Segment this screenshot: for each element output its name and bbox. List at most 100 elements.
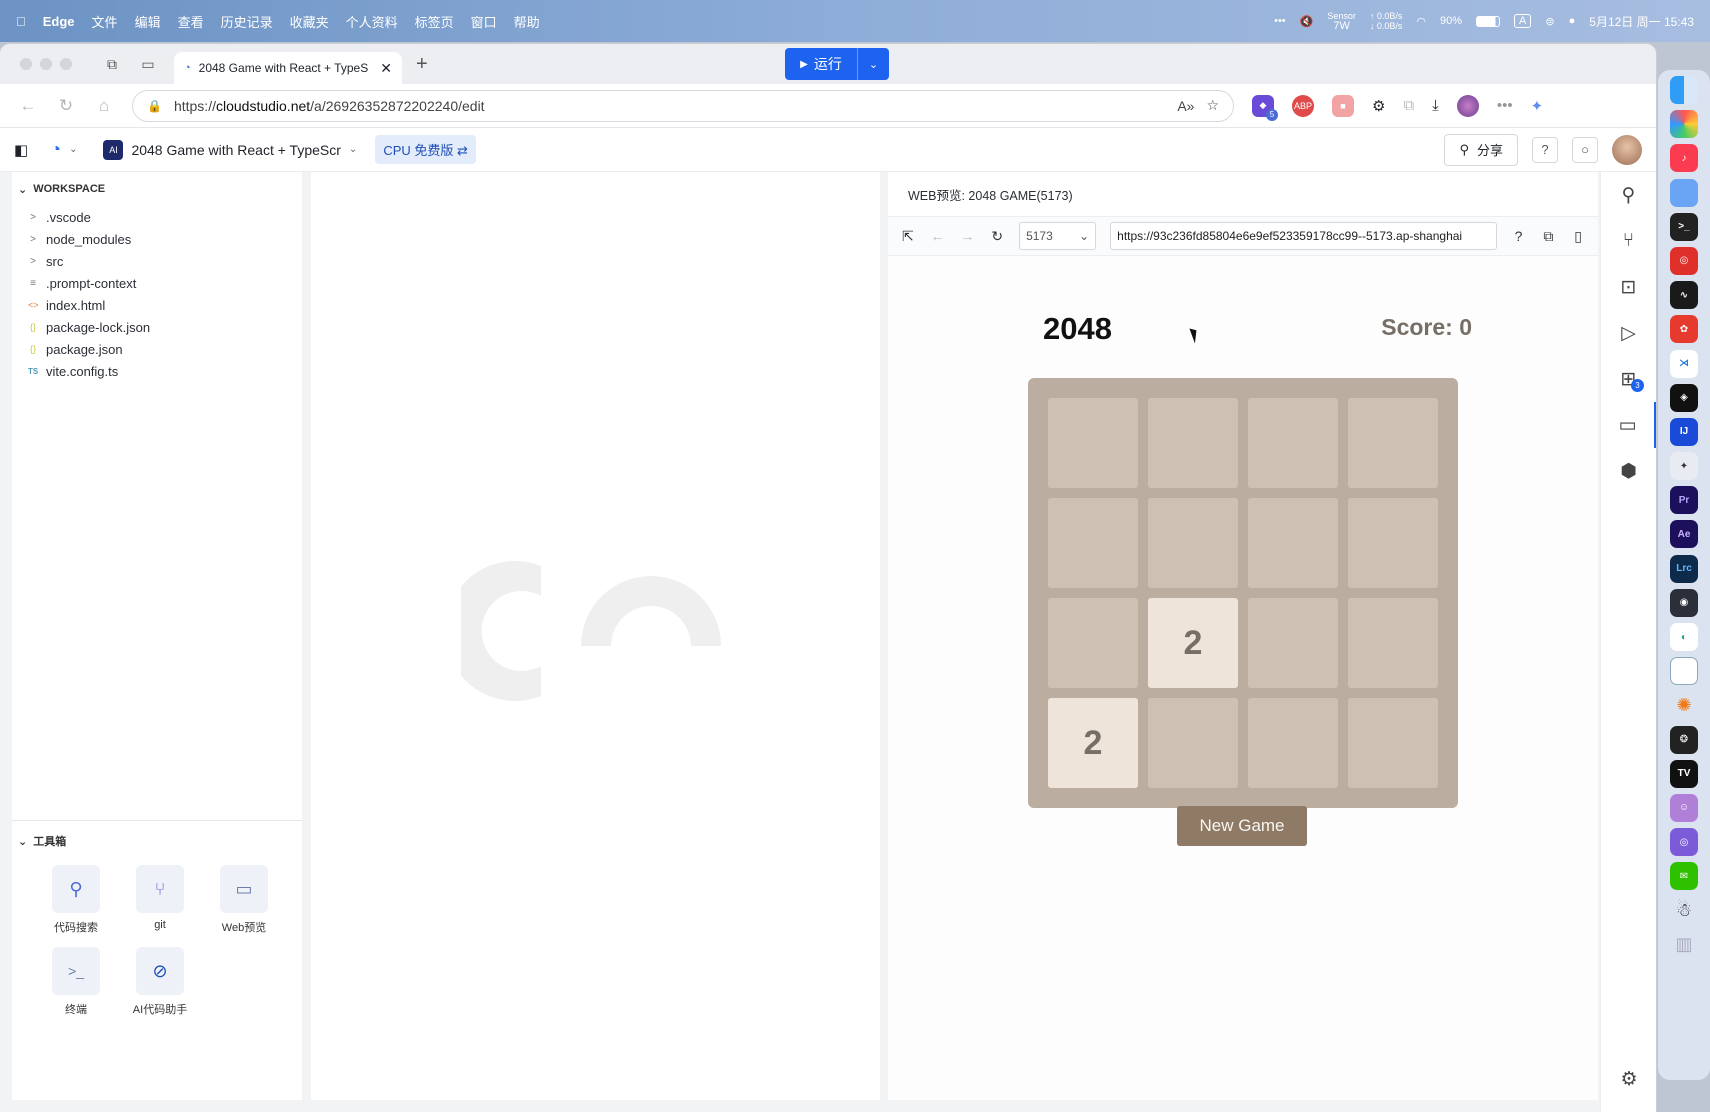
cat-app-icon[interactable]: ☺ — [1670, 794, 1698, 822]
davinci-icon[interactable]: ◉ — [1670, 589, 1698, 617]
aperture-icon[interactable]: ❂ — [1670, 726, 1698, 754]
vscode-icon[interactable]: ⋊ — [1670, 350, 1698, 378]
preview-forward-icon[interactable]: → — [960, 228, 976, 244]
finder-icon[interactable] — [1670, 76, 1698, 104]
menu-history[interactable]: 历史记录 — [221, 12, 273, 31]
file-item-vite-config[interactable]: TSvite.config.ts — [12, 360, 302, 382]
after-effects-icon[interactable]: Ae — [1670, 520, 1698, 548]
downloads-icon[interactable]: ⤓ — [1432, 97, 1439, 114]
tool-terminal[interactable]: >_终端 — [34, 947, 118, 1017]
file-item-package-json[interactable]: {}package.json — [12, 338, 302, 360]
safari-icon[interactable]: ○ — [1670, 657, 1698, 685]
trash-icon[interactable]: ▥ — [1670, 931, 1698, 959]
qq-icon[interactable]: ☃ — [1670, 897, 1698, 925]
tool-web-preview[interactable]: ▭Web预览 — [202, 865, 286, 935]
port-select[interactable]: 5173⌄ — [1019, 222, 1096, 250]
menu-help[interactable]: 帮助 — [514, 12, 540, 31]
music-icon[interactable]: ♪ — [1670, 144, 1698, 172]
file-item-vscode[interactable]: >.vscode — [12, 206, 302, 228]
siri-icon[interactable]: ● — [1569, 15, 1576, 27]
share-button[interactable]: ⚲分享 — [1444, 134, 1518, 166]
red-app-icon[interactable]: ✿ — [1670, 315, 1698, 343]
read-aloud-icon[interactable]: A» — [1177, 98, 1194, 114]
web-preview-icon[interactable]: ▭ — [1601, 402, 1656, 448]
activity-monitor-icon[interactable]: ∿ — [1670, 281, 1698, 309]
input-method-icon[interactable]: A — [1514, 14, 1531, 28]
back-icon[interactable]: ← — [18, 96, 38, 116]
mobile-view-icon[interactable]: ▯ — [1570, 228, 1586, 245]
intellij-icon[interactable]: IJ — [1670, 418, 1698, 446]
run-dropdown-button[interactable]: ⌄ — [857, 48, 889, 80]
blender-icon[interactable]: ✺ — [1670, 691, 1698, 719]
wechat-icon[interactable]: ✉ — [1670, 862, 1698, 890]
source-control-icon[interactable]: ⑂ — [1601, 218, 1656, 264]
cube-icon[interactable]: ⬢ — [1601, 448, 1656, 494]
project-selector[interactable]: AI 2048 Game with React + TypeScr ⌄ — [103, 140, 357, 160]
settings-gear-icon[interactable]: ⚙ — [1601, 1056, 1656, 1102]
tradingview-icon[interactable]: TV — [1670, 760, 1698, 788]
cpu-plan-badge[interactable]: CPU 免费版 ⇄ — [375, 135, 476, 164]
cube-app-icon[interactable]: ◈ — [1670, 384, 1698, 412]
terminal-app-icon[interactable]: >_ — [1670, 213, 1698, 241]
tool-code-search[interactable]: ⚲代码搜索 — [34, 865, 118, 935]
battery-icon[interactable] — [1476, 16, 1500, 27]
url-text[interactable]: https://cloudstudio.net/a/26926352872202… — [174, 98, 1165, 114]
menu-window[interactable]: 窗口 — [471, 12, 497, 31]
toolbox-header[interactable]: ⌄工具箱 — [12, 821, 302, 861]
control-center-icon[interactable]: ⊜ — [1545, 15, 1554, 28]
terminal-icon[interactable]: ⊡ — [1601, 264, 1656, 310]
logo-chevron-down-icon[interactable]: ⌄ — [69, 144, 77, 155]
user-avatar[interactable] — [1612, 135, 1642, 165]
menu-view[interactable]: 查看 — [178, 12, 204, 31]
new-tab-button[interactable]: + — [416, 53, 428, 76]
file-item-node-modules[interactable]: >node_modules — [12, 228, 302, 250]
feedback-button[interactable]: ○ — [1572, 137, 1598, 163]
copilot-icon[interactable]: ✦ — [1531, 97, 1544, 115]
tab-actions-icon[interactable]: ▭ — [138, 54, 158, 74]
menu-favorites[interactable]: 收藏夹 — [290, 12, 329, 31]
file-item-package-lock[interactable]: {}package-lock.json — [12, 316, 302, 338]
preview-back-icon[interactable]: ← — [930, 228, 946, 244]
netease-music-icon[interactable]: ◎ — [1670, 247, 1698, 275]
mute-icon[interactable]: 🔇 — [1300, 15, 1314, 28]
device-toggle-icon[interactable]: ⧉ — [1540, 228, 1556, 245]
workspaces-icon[interactable]: ⧉ — [102, 54, 122, 74]
squirrel-icon[interactable]: ✦ — [1670, 452, 1698, 480]
search-icon[interactable]: ⚲ — [1601, 172, 1656, 218]
home-icon[interactable]: ⌂ — [94, 96, 114, 116]
help-button[interactable]: ? — [1532, 137, 1558, 163]
wifi-icon[interactable]: ◠ — [1416, 15, 1426, 28]
tool-git[interactable]: ⑂git — [118, 865, 202, 935]
cloudstudio-logo-icon[interactable]: ◔ — [50, 139, 61, 160]
premiere-icon[interactable]: Pr — [1670, 486, 1698, 514]
active-tab[interactable]: ◔ 2048 Game with React + TypeS ✕ — [174, 52, 402, 84]
editor-empty-area[interactable] — [311, 172, 880, 1100]
extension-gem-icon[interactable]: ◆5 — [1252, 95, 1274, 117]
workspace-header[interactable]: ⌄WORKSPACE — [12, 172, 302, 206]
podcast-icon[interactable]: ◎ — [1670, 828, 1698, 856]
close-tab-icon[interactable]: ✕ — [380, 60, 392, 77]
preview-url-input[interactable]: https://93c236fd85804e6e9ef523359178cc99… — [1110, 222, 1497, 250]
menu-app-name[interactable]: Edge — [43, 14, 75, 29]
open-external-icon[interactable]: ⇱ — [900, 228, 916, 245]
lock-icon[interactable]: 🔒 — [147, 99, 162, 113]
apple-icon[interactable]:  — [16, 14, 26, 29]
lightroom-icon[interactable]: Lrc — [1670, 555, 1698, 583]
profile-avatar[interactable] — [1457, 95, 1479, 117]
minimize-window-button[interactable] — [40, 58, 52, 70]
edge-icon[interactable]: ◐ — [1670, 623, 1698, 651]
settings-more-icon[interactable]: ••• — [1497, 97, 1513, 114]
network-widget[interactable]: ↑ 0.0B/s↓ 0.0B/s — [1370, 11, 1403, 31]
preview-help-icon[interactable]: ? — [1511, 228, 1527, 244]
launchpad-icon[interactable] — [1670, 110, 1698, 138]
menu-file[interactable]: 文件 — [92, 12, 118, 31]
sensor-widget[interactable]: Sensor7W — [1327, 11, 1356, 31]
close-window-button[interactable] — [20, 58, 32, 70]
menu-tabs[interactable]: 标签页 — [415, 12, 454, 31]
file-item-prompt-context[interactable]: ≡.prompt-context — [12, 272, 302, 294]
address-bar[interactable]: 🔒 https://cloudstudio.net/a/269263528722… — [132, 90, 1234, 122]
file-item-index-html[interactable]: <>index.html — [12, 294, 302, 316]
more-dots-icon[interactable]: ••• — [1274, 15, 1286, 27]
zoom-window-button[interactable] — [60, 58, 72, 70]
phone-mirror-icon[interactable] — [1670, 179, 1698, 207]
